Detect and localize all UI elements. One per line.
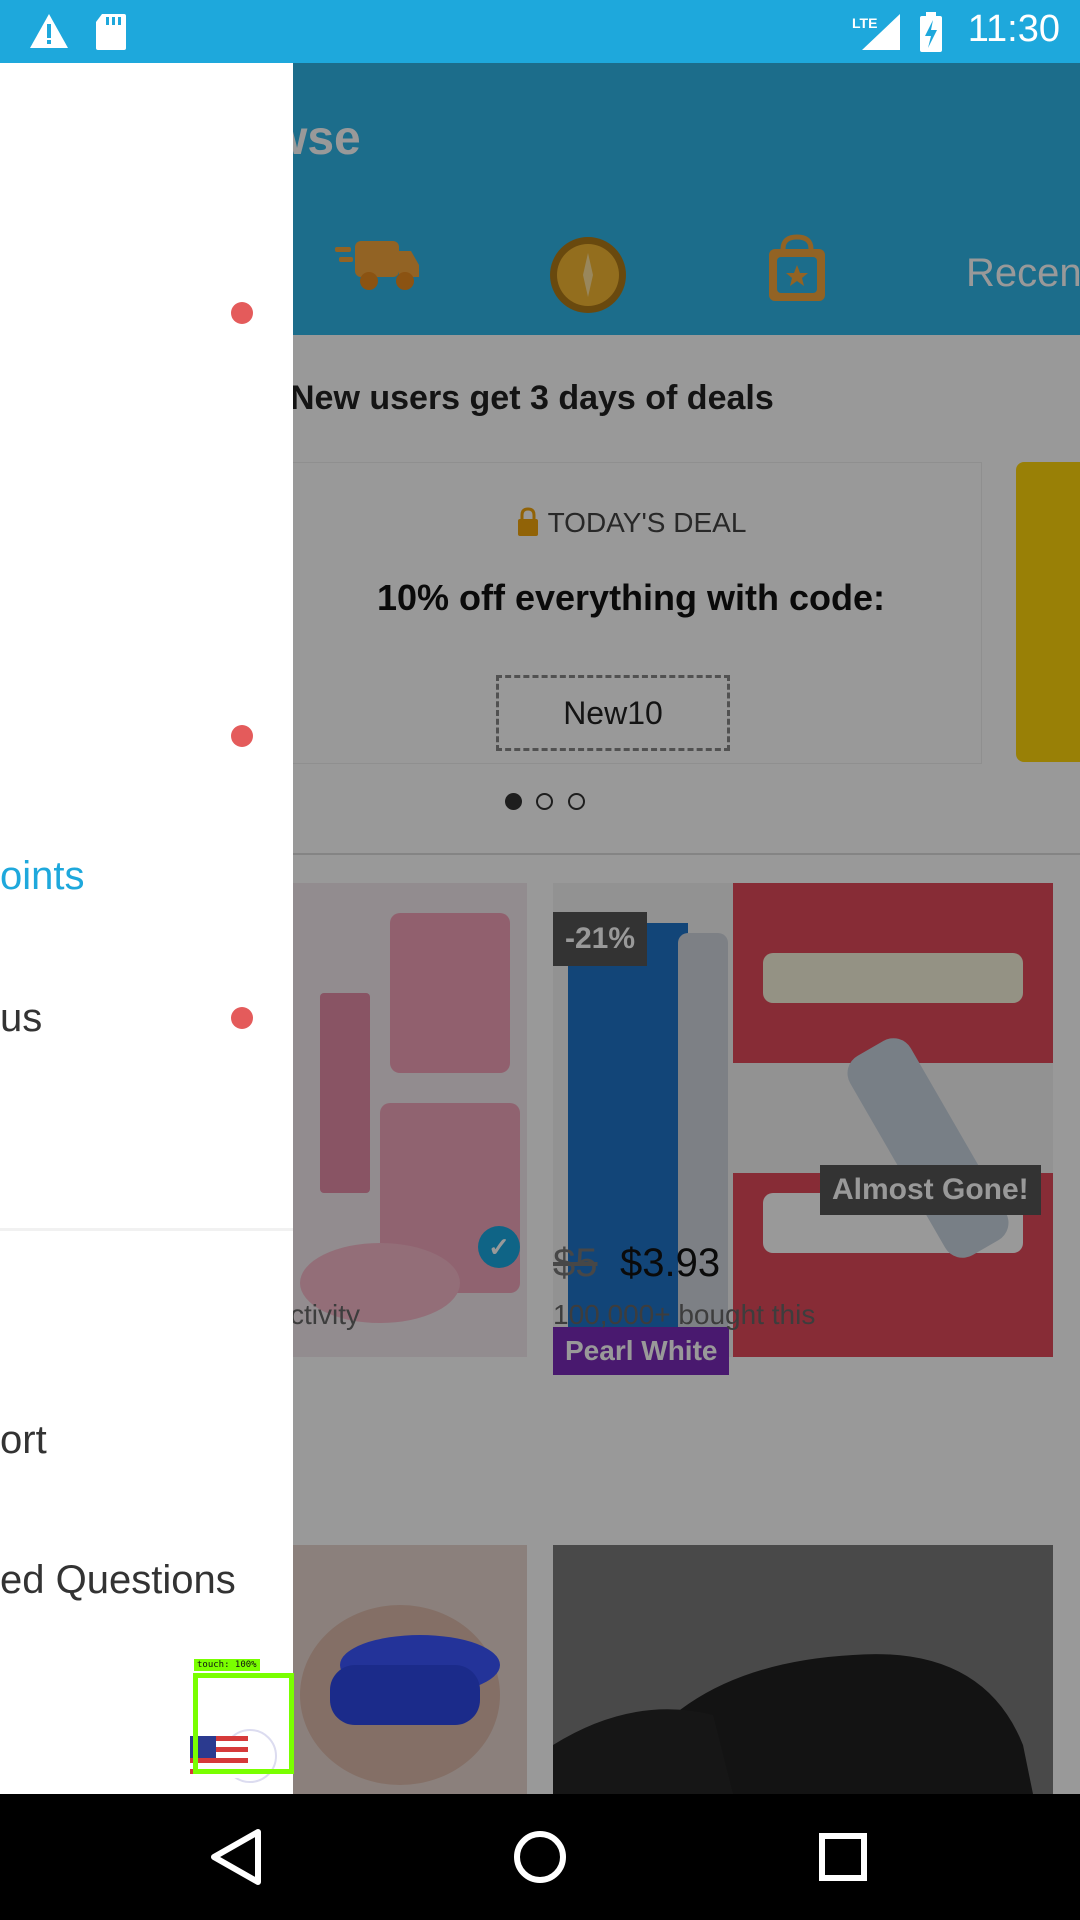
drawer-item-points[interactable]: oints [0, 854, 85, 899]
drawer-divider [0, 1228, 293, 1231]
notification-dot [231, 302, 253, 324]
notification-dot [231, 1007, 253, 1029]
recents-icon[interactable] [768, 1794, 918, 1920]
warning-icon [30, 14, 68, 48]
touch-highlight [193, 1673, 294, 1774]
svg-text:LTE: LTE [852, 15, 877, 31]
lte-signal-icon: LTE [852, 14, 900, 50]
status-bar: LTE 11:30 [0, 0, 1080, 63]
drawer-item-support[interactable]: ort [0, 1418, 47, 1463]
touch-label: touch: 100% [194, 1659, 260, 1671]
back-icon[interactable] [160, 1794, 310, 1920]
home-icon[interactable] [465, 1794, 615, 1920]
drawer-item-faq[interactable]: ed Questions [0, 1558, 236, 1603]
battery-charging-icon [920, 12, 942, 52]
drawer-item-status[interactable]: us [0, 996, 42, 1041]
clock: 11:30 [967, 8, 1060, 50]
navigation-drawer: oints us ort ed Questions [0, 63, 293, 1794]
sd-card-icon [96, 14, 126, 50]
system-nav-bar [0, 1794, 1080, 1920]
app-screen: wse Recen New users get 3 days of deals [0, 63, 1080, 1794]
notification-dot [231, 725, 253, 747]
